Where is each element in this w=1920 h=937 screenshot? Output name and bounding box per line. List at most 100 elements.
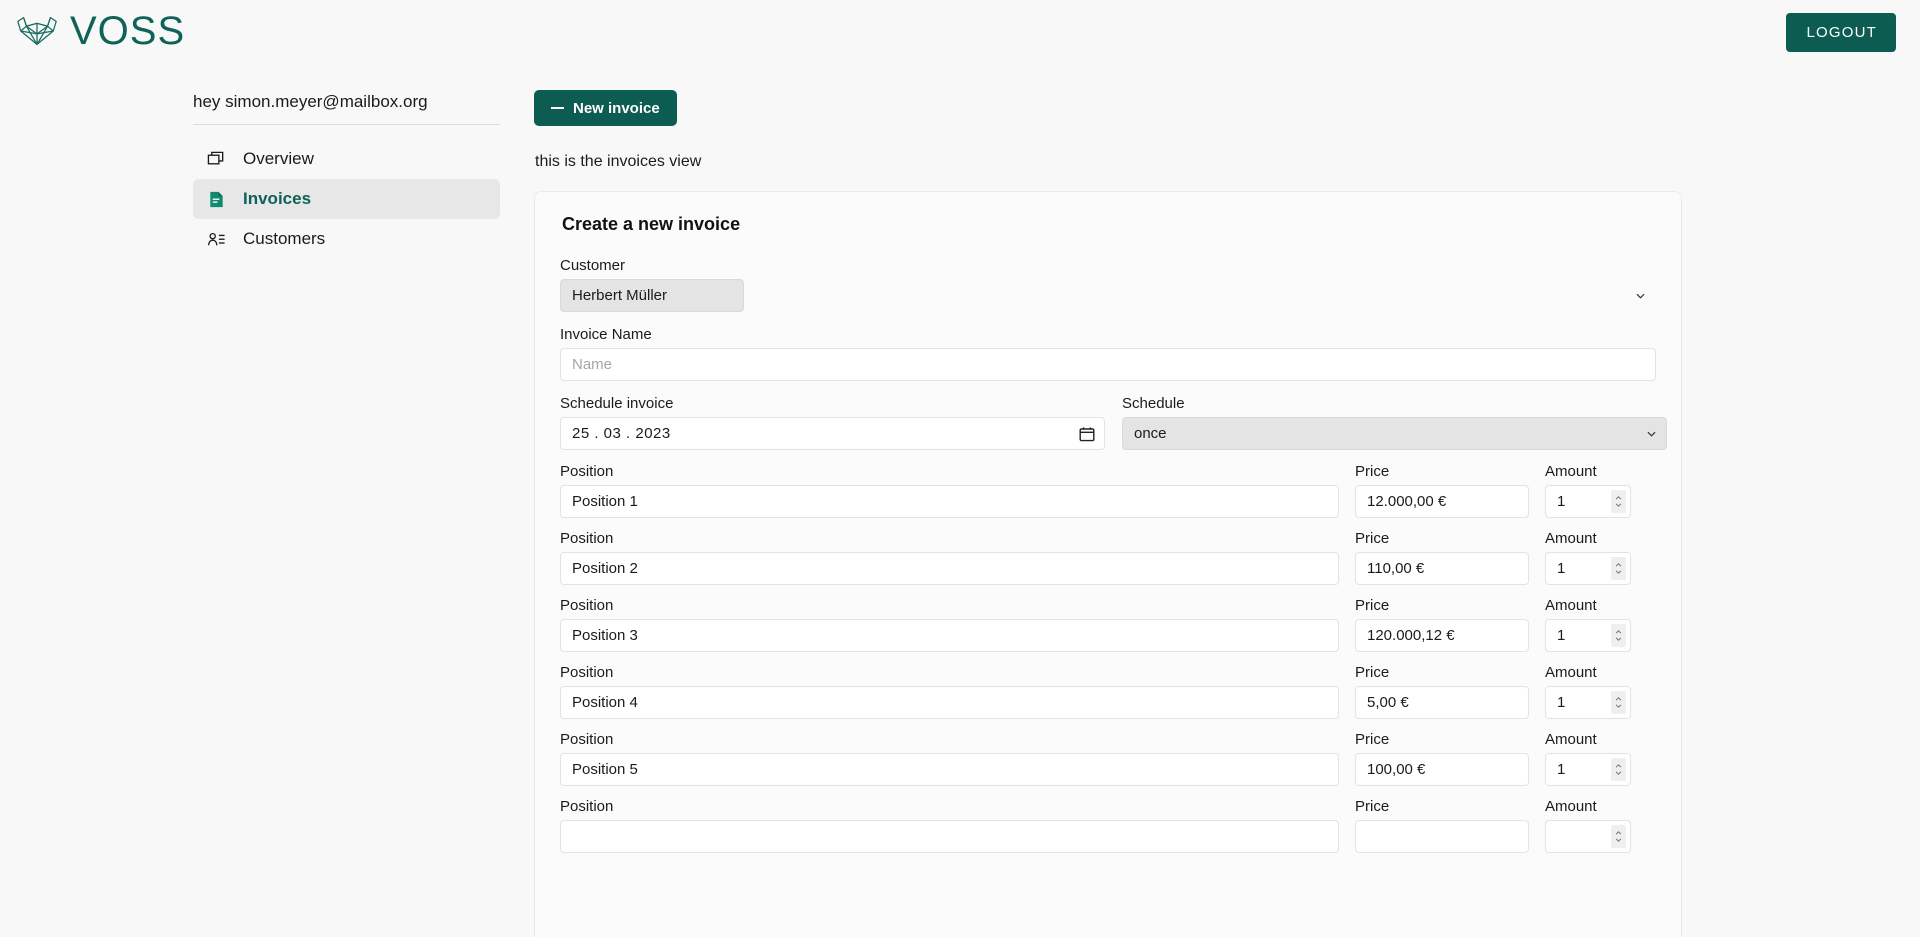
position-amount-field: Amount xyxy=(1545,530,1631,585)
position-name-field: Position xyxy=(560,597,1339,652)
price-input[interactable] xyxy=(1355,619,1529,652)
chevron-down-icon xyxy=(1615,838,1622,842)
position-row: Position Price Amount xyxy=(560,597,1656,652)
position-name-field: Position xyxy=(560,798,1339,853)
price-label: Price xyxy=(1355,597,1529,614)
invoice-name-label: Invoice Name xyxy=(560,326,1656,343)
position-label: Position xyxy=(560,597,1339,614)
amount-label: Amount xyxy=(1545,798,1631,815)
position-label: Position xyxy=(560,463,1339,480)
position-name-field: Position xyxy=(560,731,1339,786)
position-amount-field: Amount xyxy=(1545,463,1631,518)
positions-list: Position Price Amount Position xyxy=(560,463,1656,853)
position-input[interactable] xyxy=(560,820,1339,853)
price-input[interactable] xyxy=(1355,820,1529,853)
schedule-invoice-label: Schedule invoice xyxy=(560,395,1105,412)
sidebar-item-customers[interactable]: Customers xyxy=(193,219,500,259)
sidebar-item-label: Overview xyxy=(243,149,314,169)
date-input-wrap xyxy=(560,417,1105,450)
sidebar-item-invoices[interactable]: Invoices xyxy=(193,179,500,219)
customer-select[interactable]: Herbert Müller xyxy=(560,279,744,312)
create-invoice-card: Create a new invoice Customer Herbert Mü… xyxy=(534,191,1682,937)
main-content: New invoice this is the invoices view Cr… xyxy=(500,72,1920,937)
position-name-field: Position xyxy=(560,530,1339,585)
position-amount-field: Amount xyxy=(1545,664,1631,719)
chevron-up-icon xyxy=(1615,496,1622,500)
price-input[interactable] xyxy=(1355,485,1529,518)
schedule-label: Schedule xyxy=(1122,395,1667,412)
new-invoice-button[interactable]: New invoice xyxy=(534,90,677,126)
sidebar-nav: Overview Invoices C xyxy=(193,139,500,259)
price-input[interactable] xyxy=(1355,552,1529,585)
position-row: Position Price Amount xyxy=(560,463,1656,518)
contacts-icon xyxy=(207,230,226,249)
price-input[interactable] xyxy=(1355,686,1529,719)
position-input[interactable] xyxy=(560,619,1339,652)
chevron-up-icon xyxy=(1615,831,1622,835)
chevron-up-icon xyxy=(1615,764,1622,768)
price-label: Price xyxy=(1355,731,1529,748)
card-title: Create a new invoice xyxy=(562,214,1656,235)
amount-label: Amount xyxy=(1545,664,1631,681)
amount-label: Amount xyxy=(1545,731,1631,748)
position-label: Position xyxy=(560,664,1339,681)
chevron-down-icon xyxy=(1615,503,1622,507)
customer-label: Customer xyxy=(560,257,1656,274)
page-layout: hey simon.meyer@mailbox.org Overview Inv… xyxy=(0,72,1920,937)
chevron-down-icon xyxy=(1615,704,1622,708)
schedule-select[interactable]: once xyxy=(1122,417,1667,450)
price-label: Price xyxy=(1355,463,1529,480)
position-price-field: Price xyxy=(1355,597,1529,652)
logout-button[interactable]: LOGOUT xyxy=(1786,13,1896,52)
chevron-down-icon xyxy=(1636,293,1645,299)
position-name-field: Position xyxy=(560,664,1339,719)
position-amount-field: Amount xyxy=(1545,798,1631,853)
amount-stepper[interactable] xyxy=(1611,758,1626,781)
price-input[interactable] xyxy=(1355,753,1529,786)
position-price-field: Price xyxy=(1355,530,1529,585)
position-input[interactable] xyxy=(560,753,1339,786)
chevron-up-icon xyxy=(1615,563,1622,567)
fox-head-logo-icon xyxy=(14,8,60,54)
position-input[interactable] xyxy=(560,686,1339,719)
amount-label: Amount xyxy=(1545,597,1631,614)
amount-stepper[interactable] xyxy=(1611,490,1626,513)
position-row: Position Price Amount xyxy=(560,664,1656,719)
customer-select-wrap: Herbert Müller xyxy=(560,279,1656,312)
chevron-up-icon xyxy=(1615,697,1622,701)
position-input[interactable] xyxy=(560,485,1339,518)
amount-stepper[interactable] xyxy=(1611,691,1626,714)
amount-stepper[interactable] xyxy=(1611,557,1626,580)
account-greeting: hey simon.meyer@mailbox.org xyxy=(193,92,500,125)
schedule-invoice-field: Schedule invoice xyxy=(560,395,1105,450)
schedule-invoice-date-input[interactable] xyxy=(560,417,1105,450)
amount-label: Amount xyxy=(1545,530,1631,547)
position-label: Position xyxy=(560,731,1339,748)
price-label: Price xyxy=(1355,664,1529,681)
invoice-name-input[interactable] xyxy=(560,348,1656,381)
chevron-down-icon xyxy=(1615,771,1622,775)
windows-icon xyxy=(207,150,226,169)
sidebar: hey simon.meyer@mailbox.org Overview Inv… xyxy=(193,72,500,259)
position-price-field: Price xyxy=(1355,463,1529,518)
document-icon xyxy=(207,190,226,209)
sidebar-item-overview[interactable]: Overview xyxy=(193,139,500,179)
schedule-row: Schedule invoice Schedule on xyxy=(560,395,1656,450)
position-row: Position Price Amount xyxy=(560,798,1656,853)
price-label: Price xyxy=(1355,530,1529,547)
position-row: Position Price Amount xyxy=(560,731,1656,786)
chevron-down-icon xyxy=(1615,637,1622,641)
brand-name: VOSS xyxy=(70,11,185,51)
customer-field: Customer Herbert Müller xyxy=(560,257,1656,312)
position-input[interactable] xyxy=(560,552,1339,585)
sidebar-item-label: Invoices xyxy=(243,189,311,209)
position-name-field: Position xyxy=(560,463,1339,518)
position-price-field: Price xyxy=(1355,798,1529,853)
schedule-field: Schedule once xyxy=(1122,395,1667,450)
position-amount-field: Amount xyxy=(1545,731,1631,786)
schedule-select-wrap: once xyxy=(1122,417,1667,450)
view-note: this is the invoices view xyxy=(535,153,1920,171)
invoice-name-field: Invoice Name xyxy=(560,326,1656,381)
amount-stepper[interactable] xyxy=(1611,624,1626,647)
amount-stepper[interactable] xyxy=(1611,825,1626,848)
